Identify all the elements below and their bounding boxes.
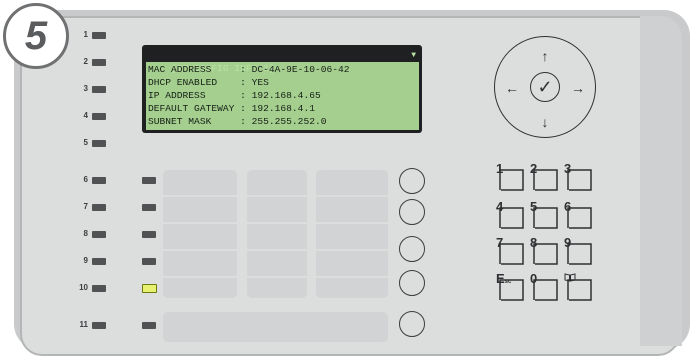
keypad-key-escape[interactable]: Esc <box>496 272 527 303</box>
led-label-10: 10 <box>79 283 88 292</box>
down-arrow-icon[interactable]: ↓ <box>537 115 553 129</box>
step-number-badge: 5 <box>3 3 69 69</box>
status-led-6 <box>92 177 106 184</box>
status-led-4 <box>92 113 106 120</box>
label-slot-middle <box>247 170 307 298</box>
status-led-5 <box>92 140 106 147</box>
keypad-key-2[interactable]: 2 <box>530 162 561 193</box>
function-key-1[interactable] <box>399 168 425 194</box>
lcd-header: [IP CONFIG INFO 1] ▼ <box>146 49 419 74</box>
keypad-key-sublabel: sc <box>504 279 512 285</box>
status-led-2 <box>92 59 106 66</box>
status-led-1 <box>92 32 106 39</box>
led-label-2: 2 <box>83 57 88 66</box>
status-led-11 <box>92 322 106 329</box>
led-label-6: 6 <box>83 175 88 184</box>
led-label-1: 1 <box>83 30 88 39</box>
label-slot-right <box>316 170 388 298</box>
keypad-key-label: 2 <box>530 161 538 176</box>
function-key-2[interactable] <box>399 199 425 225</box>
lcd-line-ip: IP ADDRESS : 192.168.4.65 <box>148 90 321 101</box>
status-led-10 <box>92 285 106 292</box>
function-led-10-lit <box>142 284 157 293</box>
keypad-key-label: 9 <box>564 235 572 250</box>
lcd-line-mac: MAC ADDRESS : DC-4A-9E-10-06-42 <box>148 64 350 75</box>
left-arrow-icon[interactable]: ← <box>504 81 520 95</box>
down-triangle-icon: ▼ <box>411 51 416 60</box>
function-key-3[interactable] <box>399 236 425 262</box>
keypad-key-1[interactable]: 1 <box>496 162 527 193</box>
keypad-key-9[interactable]: 9 <box>564 236 595 267</box>
status-led-9 <box>92 258 106 265</box>
function-key-5[interactable] <box>399 311 425 337</box>
function-key-4[interactable] <box>399 270 425 296</box>
led-label-3: 3 <box>83 84 88 93</box>
up-arrow-icon[interactable]: ↑ <box>537 49 553 63</box>
keypad-key-label: 1 <box>496 161 504 176</box>
function-led-9 <box>142 258 156 265</box>
led-label-7: 7 <box>83 202 88 211</box>
keypad-key-label: Esc <box>496 271 512 286</box>
status-led-7 <box>92 204 106 211</box>
check-icon: ✓ <box>537 76 553 97</box>
keypad-key-label: 4 <box>496 199 504 214</box>
function-led-11 <box>142 322 156 329</box>
lcd-line-subnet: SUBNET MASK : 255.255.252.0 <box>148 116 327 127</box>
led-label-4: 4 <box>83 111 88 120</box>
keypad-key-6[interactable]: 6 <box>564 200 595 231</box>
keypad-key-help[interactable] <box>564 273 595 303</box>
book-icon <box>564 273 576 282</box>
label-slot-bottom <box>163 312 388 342</box>
function-led-8 <box>142 231 156 238</box>
panel-side-edge <box>640 16 682 346</box>
keypad-key-8[interactable]: 8 <box>530 236 561 267</box>
function-led-6 <box>142 177 156 184</box>
keypad-key-7[interactable]: 7 <box>496 236 527 267</box>
slot-divider <box>163 195 388 197</box>
slot-divider <box>163 222 388 224</box>
status-led-8 <box>92 231 106 238</box>
keypad-key-label: 3 <box>564 161 572 176</box>
ok-check-button[interactable]: ✓ <box>530 72 560 102</box>
function-led-7 <box>142 204 156 211</box>
right-arrow-icon[interactable]: → <box>570 81 586 95</box>
slot-divider <box>163 276 388 278</box>
keypad-key-label: 7 <box>496 235 504 250</box>
lcd-line-dhcp: DHCP ENABLED : YES <box>148 77 269 88</box>
keypad-key-4[interactable]: 4 <box>496 200 527 231</box>
keypad-key-label: 5 <box>530 199 538 214</box>
keypad-key-label: 0 <box>530 271 538 286</box>
label-slot-left <box>163 170 237 298</box>
slot-divider <box>163 249 388 251</box>
status-led-3 <box>92 86 106 93</box>
lcd-screen: [IP CONFIG INFO 1] ▼ MAC ADDRESS : DC-4A… <box>146 49 419 130</box>
led-label-11: 11 <box>79 320 88 329</box>
led-label-9: 9 <box>83 256 88 265</box>
keypad-key-3[interactable]: 3 <box>564 162 595 193</box>
step-number: 5 <box>24 14 48 58</box>
keypad-key-5[interactable]: 5 <box>530 200 561 231</box>
led-label-5: 5 <box>83 138 88 147</box>
keypad-key-label: 6 <box>564 199 572 214</box>
led-label-8: 8 <box>83 229 88 238</box>
keypad-key-0[interactable]: 0 <box>530 272 561 303</box>
lcd-line-gateway: DEFAULT GATEWAY : 192.168.4.1 <box>148 103 315 114</box>
keypad-key-label: 8 <box>530 235 538 250</box>
